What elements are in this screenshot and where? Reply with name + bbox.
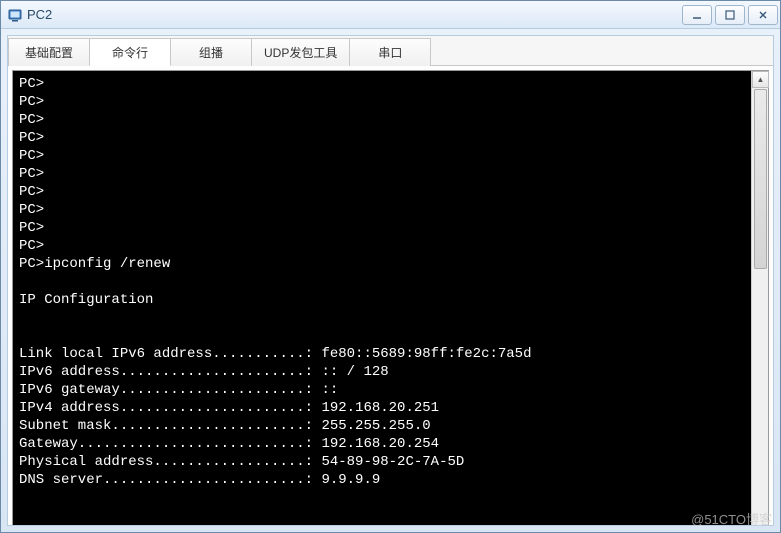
tab-udp-tool[interactable]: UDP发包工具 [251,38,350,66]
maximize-button[interactable] [715,5,745,25]
scroll-up-button[interactable]: ▲ [752,71,769,88]
window-title: PC2 [27,7,52,22]
terminal-output[interactable]: PC> PC> PC> PC> PC> PC> PC> PC> PC> PC> … [13,71,751,526]
tab-multicast[interactable]: 组播 [170,38,252,66]
window-frame: PC2 基础配置 命令行 组播 UDP发包工具 串口 PC> PC> PC> P… [0,0,781,533]
terminal-container: PC> PC> PC> PC> PC> PC> PC> PC> PC> PC> … [12,70,769,526]
tab-serial[interactable]: 串口 [349,38,431,66]
tab-command-line[interactable]: 命令行 [89,38,171,66]
app-icon [7,7,23,23]
close-button[interactable] [748,5,778,25]
tab-basic-config[interactable]: 基础配置 [8,38,90,66]
tab-bar: 基础配置 命令行 组播 UDP发包工具 串口 [8,36,773,66]
title-left: PC2 [7,7,52,23]
minimize-button[interactable] [682,5,712,25]
window-controls [679,5,778,25]
scroll-thumb[interactable] [754,89,767,269]
client-area: 基础配置 命令行 组播 UDP发包工具 串口 PC> PC> PC> PC> P… [7,35,774,526]
title-bar: PC2 [1,1,780,29]
vertical-scrollbar: ▲ ▼ [751,71,768,526]
